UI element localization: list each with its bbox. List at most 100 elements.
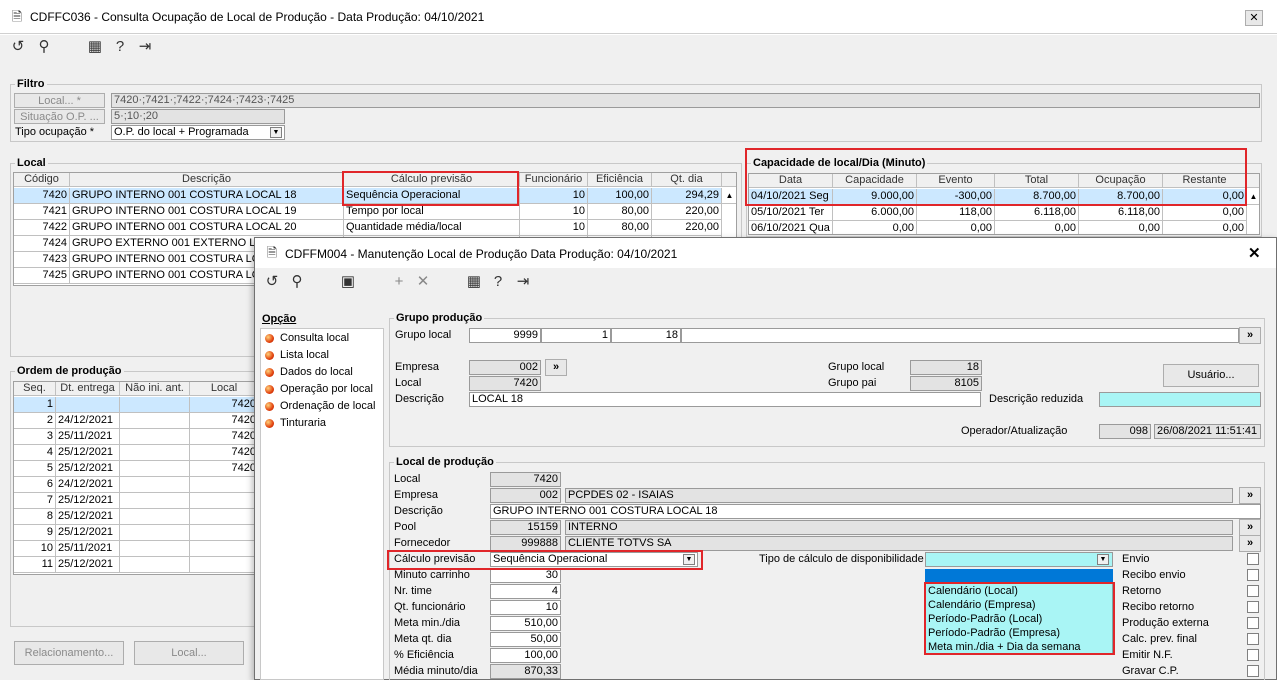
dialog-close-button[interactable]: ✕ xyxy=(1248,244,1261,262)
add-icon[interactable]: + xyxy=(391,274,407,290)
local-header-codigo[interactable]: Código xyxy=(14,173,70,187)
local-cell[interactable]: GRUPO INTERNO 001 COSTURA LOCAL 19 xyxy=(70,204,344,220)
tipo-calculo-options[interactable]: Calendário (Local) Calendário (Empresa) Pe… xyxy=(925,583,1113,655)
capacidade-cell[interactable]: 05/10/2021 Ter xyxy=(749,205,833,221)
ordem-cell[interactable] xyxy=(190,525,257,541)
ordem-cell[interactable]: 24/12/2021 xyxy=(56,477,120,493)
help-icon[interactable]: ? xyxy=(490,274,506,290)
ordem-cell[interactable]: 25/12/2021 xyxy=(56,461,120,477)
local-cell[interactable]: GRUPO INTERNO 001 COSTURA LOCAL 20 xyxy=(70,220,344,236)
metaqt-field[interactable]: 50,00 xyxy=(490,632,561,647)
grupo-local-2[interactable]: 1 xyxy=(541,328,611,343)
capacidade-cell[interactable]: 0,00 xyxy=(1079,221,1163,234)
ordem-header-seq[interactable]: Seq. xyxy=(14,382,56,396)
descricao-field[interactable]: LOCAL 18 xyxy=(469,392,981,407)
ordem-cell[interactable] xyxy=(120,445,190,461)
cap-header-evento[interactable]: Evento xyxy=(917,174,995,188)
capacidade-cell[interactable]: 6.000,00 xyxy=(833,205,917,221)
ordem-cell[interactable] xyxy=(120,397,190,413)
ordem-cell[interactable]: 6 xyxy=(14,477,56,493)
ordem-cell[interactable]: 7 xyxy=(14,493,56,509)
local-header-eficiencia[interactable]: Eficiência xyxy=(588,173,652,187)
ordem-cell[interactable] xyxy=(190,493,257,509)
grupo-local-3[interactable]: 18 xyxy=(611,328,681,343)
capacidade-cell[interactable]: 118,00 xyxy=(917,205,995,221)
ordem-cell[interactable]: 7420 xyxy=(190,445,257,461)
capacidade-cell[interactable]: 0,00 xyxy=(917,221,995,234)
exit-icon[interactable]: ⇥ xyxy=(515,274,531,290)
ordem-cell[interactable]: 4 xyxy=(14,445,56,461)
ordem-cell[interactable] xyxy=(190,509,257,525)
ordem-cell[interactable] xyxy=(190,541,257,557)
capacidade-cell[interactable]: 04/10/2021 Seg xyxy=(749,189,833,205)
ordem-cell[interactable] xyxy=(120,413,190,429)
relacionamento-button[interactable]: Relacionamento... xyxy=(14,641,124,665)
cap-header-total[interactable]: Total xyxy=(995,174,1079,188)
tipo-calculo-option[interactable]: Período-Padrão (Local) xyxy=(926,612,1112,626)
scroll-up-icon[interactable]: ▲ xyxy=(722,188,736,204)
delete-icon[interactable]: ✕ xyxy=(415,274,431,290)
ordem-cell[interactable]: 25/11/2021 xyxy=(56,541,120,557)
ordem-cell[interactable] xyxy=(190,557,257,573)
cap-header-ocupacao[interactable]: Ocupação xyxy=(1079,174,1163,188)
checkbox[interactable] xyxy=(1247,585,1259,597)
ordem-cell[interactable]: 25/12/2021 xyxy=(56,445,120,461)
tipo-calculo-option[interactable]: Calendário (Empresa) xyxy=(926,598,1112,612)
cap-header-capacidade[interactable]: Capacidade xyxy=(833,174,917,188)
filtro-tipo-select[interactable]: O.P. do local + Programada xyxy=(111,125,285,140)
ordem-cell[interactable] xyxy=(120,525,190,541)
empresa-name-lookup-button[interactable]: » xyxy=(1239,487,1261,504)
opcao-item[interactable]: Tinturaria xyxy=(280,417,326,429)
local-cell[interactable]: 7420 xyxy=(14,188,70,204)
local-cell[interactable]: 7423 xyxy=(14,252,70,268)
ordem-cell[interactable]: 5 xyxy=(14,461,56,477)
local-cell[interactable]: 7425 xyxy=(14,268,70,284)
local-cell[interactable]: Quantidade média/local xyxy=(344,220,520,236)
ordem-cell[interactable] xyxy=(120,557,190,573)
local-cell[interactable]: GRUPO INTERNO 001 COSTURA LOCAL 18 xyxy=(70,188,344,204)
scroll-up-icon[interactable]: ▲ xyxy=(1247,189,1259,205)
ordem-cell[interactable]: 2 xyxy=(14,413,56,429)
ordem-cell[interactable]: 7420 xyxy=(190,461,257,477)
grupo-local-name[interactable] xyxy=(681,328,1239,343)
ordem-cell[interactable] xyxy=(120,493,190,509)
checkbox[interactable] xyxy=(1247,553,1259,565)
capacidade-cell[interactable]: 6.118,00 xyxy=(995,205,1079,221)
local-header-funcionario[interactable]: Funcionário xyxy=(520,173,588,187)
ordem-cell[interactable] xyxy=(120,429,190,445)
local-button[interactable]: Local... xyxy=(134,641,244,665)
filtro-local-button[interactable]: Local... * xyxy=(14,93,105,108)
minuto-field[interactable]: 30 xyxy=(490,568,561,583)
empresa-lookup-button[interactable]: » xyxy=(545,359,567,376)
capacidade-cell[interactable]: -300,00 xyxy=(917,189,995,205)
ordem-cell[interactable]: 24/12/2021 xyxy=(56,413,120,429)
capacidade-cell[interactable]: 0,00 xyxy=(995,221,1079,234)
calculo-previsao-select[interactable]: Sequência Operacional xyxy=(490,552,698,567)
search-icon[interactable]: ⚲ xyxy=(36,39,52,55)
local-cell[interactable]: 220,00 xyxy=(652,204,722,220)
chevron-down-icon[interactable]: ▼ xyxy=(270,127,282,138)
main-close-button[interactable]: ✕ xyxy=(1245,10,1263,26)
calendar-icon[interactable]: ▦ xyxy=(466,274,482,290)
tipo-calculo-selected-blank[interactable] xyxy=(925,569,1113,583)
checkbox[interactable] xyxy=(1247,569,1259,581)
ordem-cell[interactable]: 25/12/2021 xyxy=(56,525,120,541)
local-cell[interactable]: 10 xyxy=(520,220,588,236)
ordem-cell[interactable] xyxy=(120,541,190,557)
ordem-cell[interactable] xyxy=(190,477,257,493)
efic-field[interactable]: 100,00 xyxy=(490,648,561,663)
ordem-cell[interactable] xyxy=(120,477,190,493)
local-cell[interactable]: 7424 xyxy=(14,236,70,252)
ordem-cell[interactable]: 1 xyxy=(14,397,56,413)
capacidade-cell[interactable]: 0,00 xyxy=(1163,205,1247,221)
capacidade-cell[interactable]: 0,00 xyxy=(833,221,917,234)
local-cell[interactable]: 100,00 xyxy=(588,188,652,204)
capacidade-cell[interactable]: 0,00 xyxy=(1163,221,1247,234)
ordem-header-dt[interactable]: Dt. entrega xyxy=(56,382,120,396)
tipo-calculo-option[interactable]: Calendário (Local) xyxy=(926,584,1112,598)
cap-header-data[interactable]: Data xyxy=(749,174,833,188)
refresh-icon[interactable]: ↺ xyxy=(264,274,280,290)
save-icon[interactable]: ▣ xyxy=(340,274,356,290)
exit-icon[interactable]: ⇥ xyxy=(137,39,153,55)
ordem-header-local[interactable]: Local xyxy=(190,382,257,396)
